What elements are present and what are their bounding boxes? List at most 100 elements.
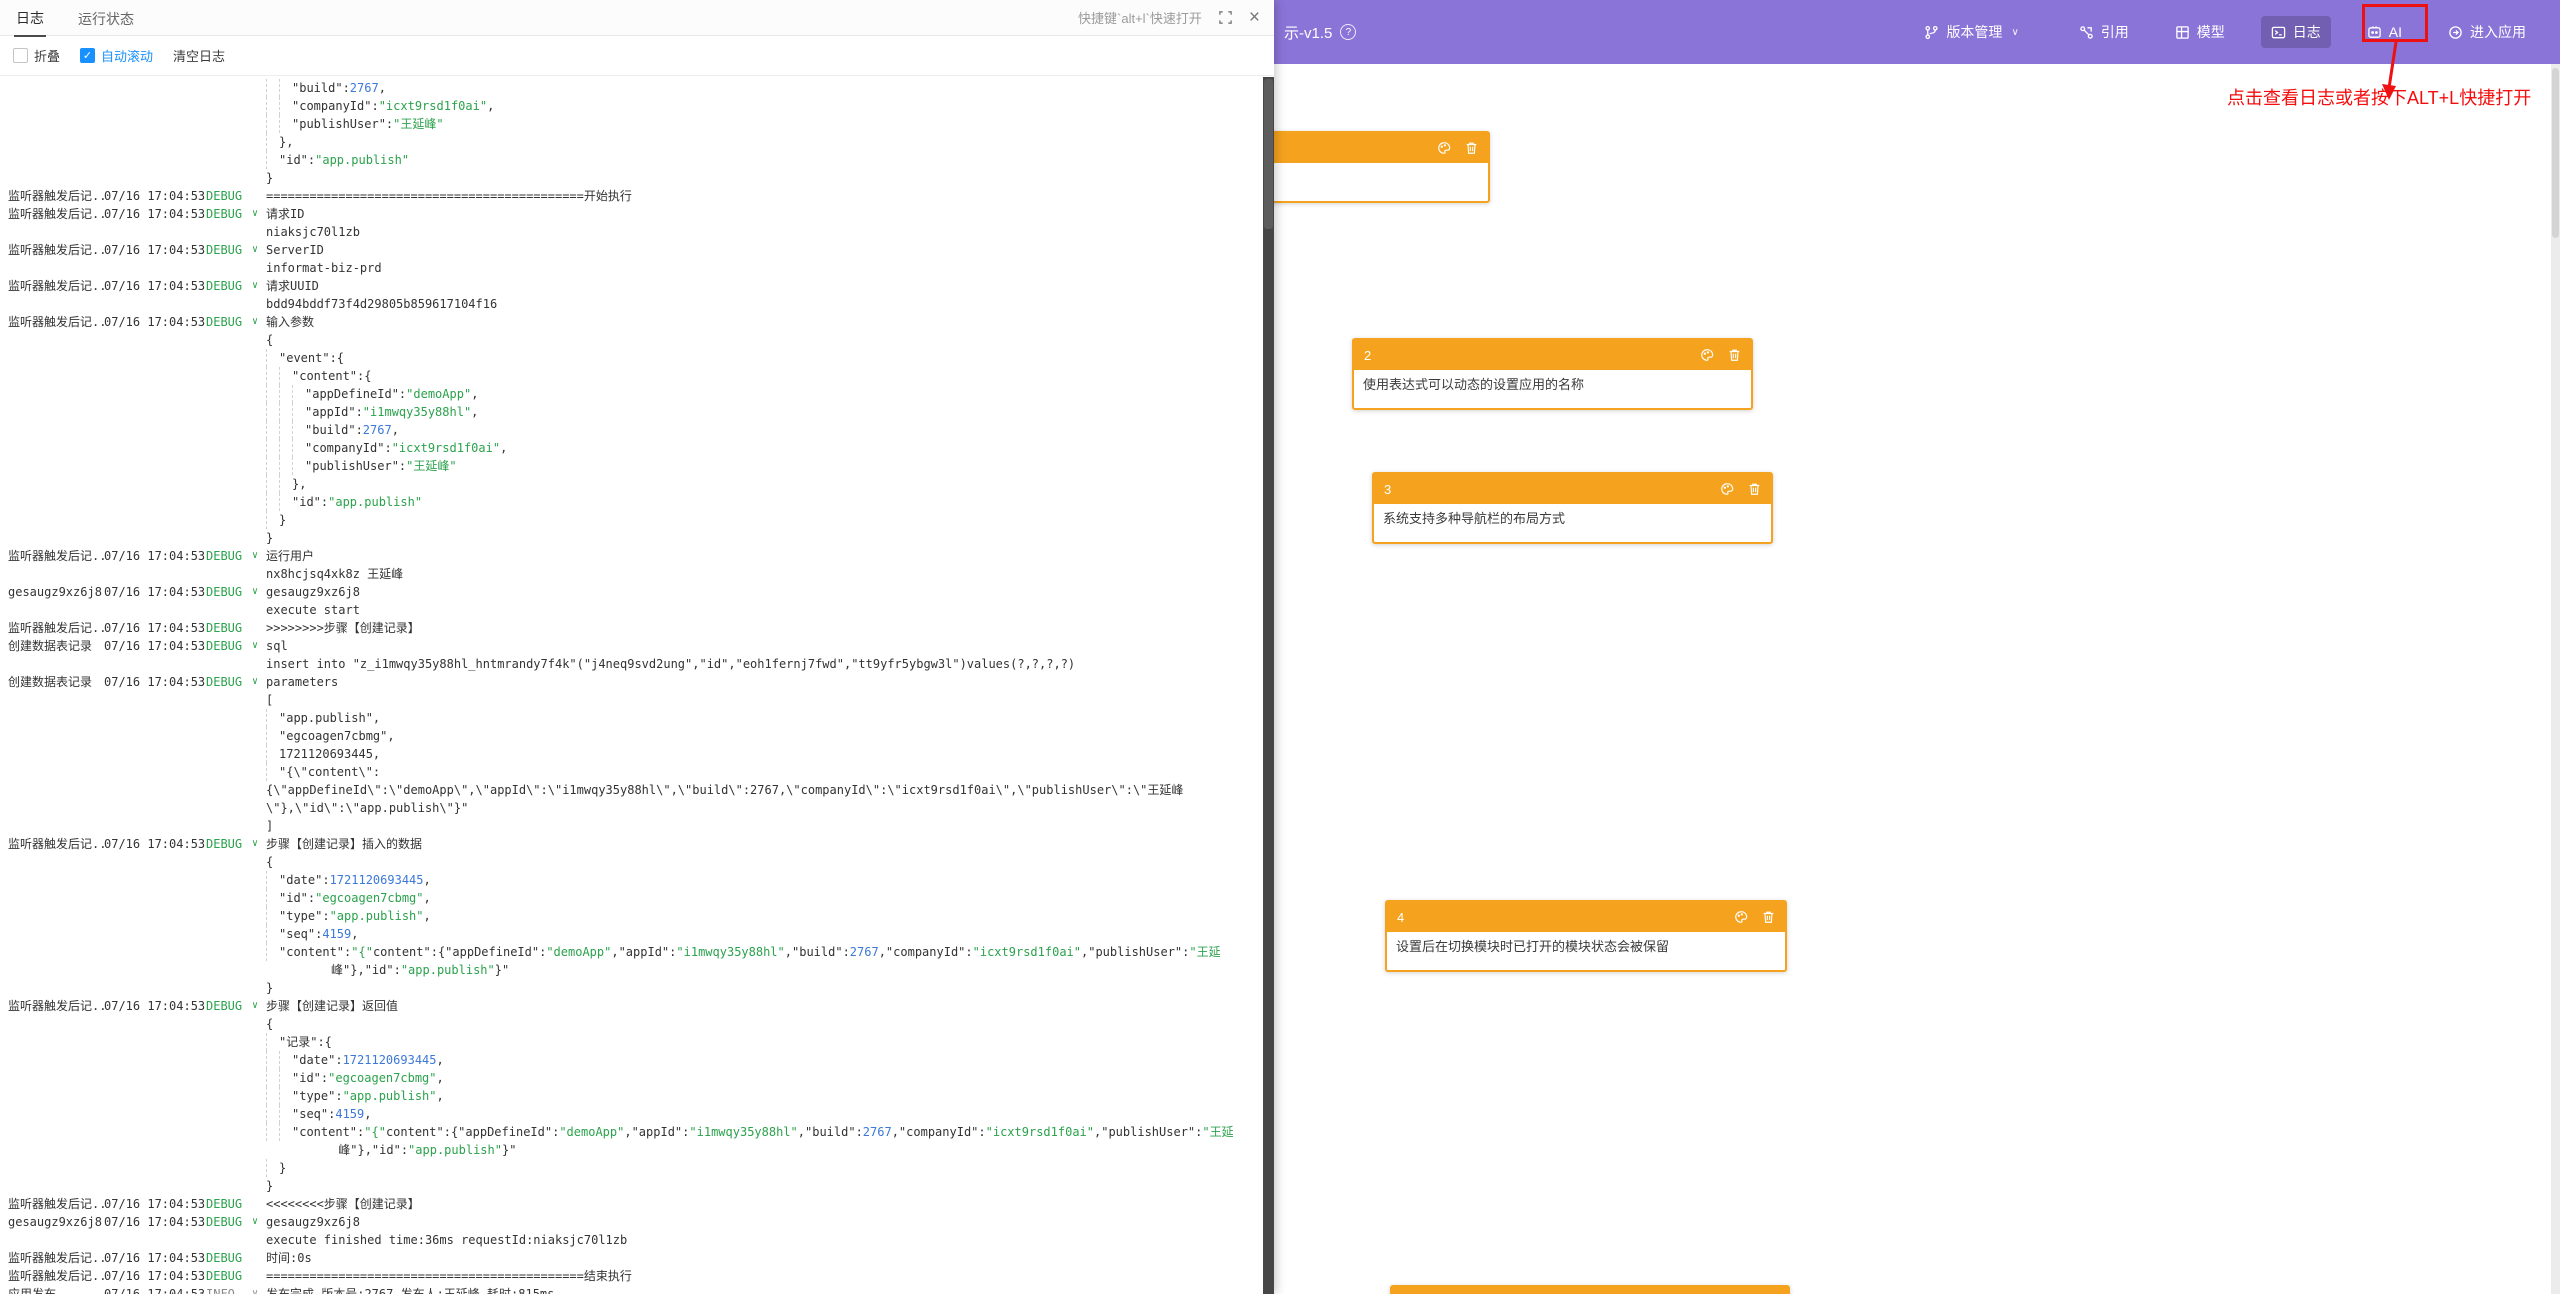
trash-icon[interactable] [1465,141,1478,155]
expand-caret-icon[interactable] [252,745,266,763]
expand-caret-icon[interactable] [252,439,266,457]
log-level[interactable] [206,763,252,781]
expand-caret-icon[interactable] [252,781,266,799]
expand-caret-icon[interactable]: ∨ [252,997,266,1015]
expand-caret-icon[interactable] [252,475,266,493]
expand-caret-icon[interactable]: ∨ [252,1213,266,1231]
help-icon[interactable]: ? [1340,24,1356,40]
log-level[interactable] [206,1051,252,1069]
expand-caret-icon[interactable] [252,1159,266,1177]
expand-caret-icon[interactable] [252,349,266,367]
log-scrollbar-thumb[interactable] [1264,79,1273,229]
expand-caret-icon[interactable] [252,421,266,439]
log-level[interactable] [206,1177,252,1195]
palette-icon[interactable] [1720,482,1734,496]
expand-caret-icon[interactable] [252,961,266,979]
expand-caret-icon[interactable] [252,367,266,385]
expand-caret-icon[interactable]: ∨ [252,241,266,259]
log-level[interactable] [206,655,252,673]
expand-caret-icon[interactable] [252,763,266,781]
log-level[interactable] [206,475,252,493]
log-level[interactable]: DEBUG [206,313,252,331]
expand-caret-icon[interactable] [252,1051,266,1069]
log-level[interactable] [206,421,252,439]
log-level[interactable] [206,367,252,385]
log-level[interactable]: DEBUG [206,583,252,601]
nav-item-model[interactable]: 模型 [2165,16,2235,48]
nav-item-version-manage[interactable]: 版本管理 ∨ [1914,16,2028,48]
log-level[interactable] [206,961,252,979]
expand-caret-icon[interactable] [252,565,266,583]
trash-icon[interactable] [1748,482,1761,496]
expand-caret-icon[interactable] [252,1069,266,1087]
fullscreen-icon[interactable] [1218,10,1233,25]
expand-caret-icon[interactable] [252,1033,266,1051]
log-level[interactable]: DEBUG [206,547,252,565]
log-level[interactable]: DEBUG [206,277,252,295]
log-level[interactable] [206,1033,252,1051]
log-level[interactable] [206,565,252,583]
expand-caret-icon[interactable] [252,907,266,925]
expand-caret-icon[interactable]: ∨ [252,277,266,295]
expand-caret-icon[interactable] [252,403,266,421]
trash-icon[interactable] [1728,348,1741,362]
log-level[interactable] [206,295,252,313]
log-level[interactable] [206,601,252,619]
page-scrollbar[interactable] [2551,64,2560,1294]
expand-caret-icon[interactable] [252,1177,266,1195]
log-level[interactable] [206,439,252,457]
log-level[interactable] [206,403,252,421]
expand-caret-icon[interactable] [252,1123,266,1141]
expand-caret-icon[interactable] [252,925,266,943]
expand-caret-icon[interactable] [252,1231,266,1249]
log-level[interactable] [206,223,252,241]
log-level[interactable] [206,925,252,943]
nav-item-enter-app[interactable]: 进入应用 [2438,16,2536,48]
log-level[interactable]: DEBUG [206,1213,252,1231]
tab-run-status[interactable]: 运行状态 [76,0,136,36]
expand-caret-icon[interactable] [252,691,266,709]
log-level[interactable] [206,1015,252,1033]
log-level[interactable] [206,889,252,907]
expand-caret-icon[interactable] [252,385,266,403]
log-level[interactable] [206,781,252,799]
expand-caret-icon[interactable] [252,979,266,997]
log-level[interactable] [206,979,252,997]
trash-icon[interactable] [1762,910,1775,924]
expand-caret-icon[interactable] [252,889,266,907]
log-level[interactable] [206,853,252,871]
expand-caret-icon[interactable] [252,295,266,313]
expand-caret-icon[interactable] [252,529,266,547]
expand-caret-icon[interactable] [252,655,266,673]
log-level[interactable]: DEBUG [206,835,252,853]
expand-caret-icon[interactable] [252,493,266,511]
expand-caret-icon[interactable]: ∨ [252,673,266,691]
expand-caret-icon[interactable]: ∨ [252,583,266,601]
log-level[interactable] [206,457,252,475]
log-level[interactable] [206,691,252,709]
expand-caret-icon[interactable] [252,223,266,241]
expand-caret-icon[interactable]: ∨ [252,1285,266,1294]
nav-item-log[interactable]: 日志 [2261,16,2331,48]
log-level[interactable] [206,1231,252,1249]
log-level[interactable] [206,331,252,349]
log-level[interactable]: DEBUG [206,997,252,1015]
log-level[interactable]: DEBUG [206,241,252,259]
page-scrollbar-thumb[interactable] [2552,68,2559,238]
log-level[interactable] [206,745,252,763]
expand-caret-icon[interactable]: ∨ [252,205,266,223]
expand-caret-icon[interactable] [252,601,266,619]
checkbox-unchecked[interactable] [13,48,28,63]
log-level[interactable] [206,1087,252,1105]
log-level[interactable] [206,349,252,367]
expand-caret-icon[interactable]: ∨ [252,313,266,331]
log-level[interactable] [206,1141,252,1159]
log-scrollbar[interactable] [1263,77,1274,1294]
nav-item-reference[interactable]: 引用 [2069,16,2139,48]
expand-caret-icon[interactable] [252,1087,266,1105]
palette-icon[interactable] [1734,910,1748,924]
note-card[interactable]: 4 设置后在切换模块时已打开的模块状态会被保留 [1385,900,1787,972]
log-level[interactable] [206,493,252,511]
expand-caret-icon[interactable] [252,331,266,349]
note-card[interactable]: 5 [1390,1285,1790,1294]
